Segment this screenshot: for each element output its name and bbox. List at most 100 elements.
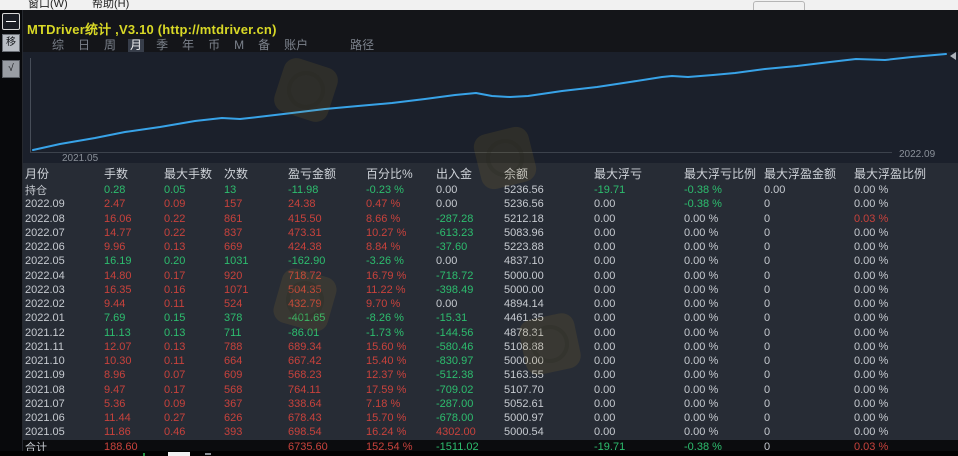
cell: 0.00 % bbox=[854, 241, 958, 253]
table-row[interactable]: 持仓0.280.0513-11.98-0.23 %0.005236.56-19.… bbox=[22, 183, 958, 197]
cell: 5236.56 bbox=[504, 184, 594, 196]
cell: 0 bbox=[764, 241, 854, 253]
toolbar-button-outline bbox=[753, 1, 805, 10]
cell: 0.00 % bbox=[684, 412, 764, 424]
move-tool-button[interactable]: 移 bbox=[2, 34, 20, 52]
cell: -512.38 bbox=[436, 369, 504, 381]
table-row[interactable]: 2022.0816.060.22861415.508.66 %-287.2852… bbox=[22, 212, 958, 226]
cell: 0 bbox=[764, 227, 854, 239]
cell: -11.98 bbox=[288, 184, 366, 196]
table-row[interactable]: 2022.017.690.15378-401.65-8.26 %-15.3144… bbox=[22, 311, 958, 325]
cell: 0 bbox=[764, 284, 854, 296]
cell: 0.27 bbox=[164, 412, 224, 424]
cell: 0.13 bbox=[164, 327, 224, 339]
left-tool-strip: — 移 √ bbox=[0, 10, 23, 451]
cell: 0.00 bbox=[594, 312, 684, 324]
cell: -401.65 bbox=[288, 312, 366, 324]
cell: 8.66 % bbox=[366, 213, 436, 225]
chart-y-axis bbox=[30, 58, 31, 152]
table-row[interactable]: 2021.0611.440.27626678.4315.70 %-678.005… bbox=[22, 411, 958, 425]
tab-备[interactable]: 备 bbox=[258, 39, 270, 52]
menu-item-help[interactable]: 帮助(H) bbox=[92, 0, 129, 10]
cell: 16.79 % bbox=[366, 270, 436, 282]
cell: -1.73 % bbox=[366, 327, 436, 339]
table-row[interactable]: 2021.0511.860.46393698.5416.24 %4302.005… bbox=[22, 425, 958, 439]
tab-path[interactable]: 路径 bbox=[350, 39, 374, 52]
cell: 14.77 bbox=[104, 227, 164, 239]
cell: 0.00 bbox=[594, 398, 684, 410]
table-row[interactable]: 2022.0516.190.201031-162.90-3.26 %0.0048… bbox=[22, 254, 958, 268]
cell: 0 bbox=[764, 426, 854, 438]
tab-M[interactable]: M bbox=[234, 39, 244, 52]
table-row[interactable]: 2021.075.360.09367338.647.18 %-287.00505… bbox=[22, 397, 958, 411]
cell: 4837.10 bbox=[504, 255, 594, 267]
cell: 9.44 bbox=[104, 298, 164, 310]
cell: 10.30 bbox=[104, 355, 164, 367]
tab-账户[interactable]: 账户 bbox=[284, 39, 308, 52]
cell: 14.80 bbox=[104, 270, 164, 282]
check-tool-button[interactable]: √ bbox=[2, 60, 20, 78]
cell: 718.72 bbox=[288, 270, 366, 282]
cell: 5107.70 bbox=[504, 384, 594, 396]
table-row[interactable]: 2022.0714.770.22837473.3110.27 %-613.235… bbox=[22, 226, 958, 240]
cell: -580.46 bbox=[436, 341, 504, 353]
cell: 0.09 bbox=[164, 398, 224, 410]
column-header: 余额 bbox=[504, 165, 594, 182]
cell: 0.00 % bbox=[854, 270, 958, 282]
cell: 0.00 % bbox=[684, 284, 764, 296]
cell: 11.86 bbox=[104, 426, 164, 438]
cell: 367 bbox=[224, 398, 288, 410]
cell: -3.26 % bbox=[366, 255, 436, 267]
row-label: 2022.05 bbox=[25, 255, 104, 267]
row-label: 2021.09 bbox=[25, 369, 104, 381]
cell: 0 bbox=[764, 398, 854, 410]
tab-月[interactable]: 月 bbox=[128, 39, 144, 52]
column-header: 最大浮亏比例 bbox=[684, 165, 764, 182]
row-label: 持仓 bbox=[25, 182, 104, 198]
cell: 0.00 bbox=[594, 270, 684, 282]
tab-年[interactable]: 年 bbox=[182, 39, 194, 52]
cell: 8.96 bbox=[104, 369, 164, 381]
equity-chart[interactable]: 2021.05 2022.09 bbox=[22, 52, 958, 163]
column-header: 手数 bbox=[104, 165, 164, 182]
tab-币[interactable]: 币 bbox=[208, 39, 220, 52]
column-header: 次数 bbox=[224, 165, 288, 182]
row-label: 2022.08 bbox=[25, 213, 104, 225]
cell: 920 bbox=[224, 270, 288, 282]
cell: 0.00 % bbox=[684, 426, 764, 438]
minimize-button[interactable]: — bbox=[2, 13, 20, 30]
cell: 764.11 bbox=[288, 384, 366, 396]
table-row[interactable]: 2021.1112.070.13788689.3415.60 %-580.465… bbox=[22, 340, 958, 354]
tab-季[interactable]: 季 bbox=[156, 39, 168, 52]
column-header: 最大手数 bbox=[164, 165, 224, 182]
table-row[interactable]: 2022.069.960.13669424.388.84 %-37.605223… bbox=[22, 240, 958, 254]
cell: 0.00 % bbox=[684, 213, 764, 225]
cell: 0.00 % bbox=[854, 198, 958, 210]
cell: 0.17 bbox=[164, 270, 224, 282]
table-row[interactable]: 2021.1211.130.13711-86.01-1.73 %-144.564… bbox=[22, 326, 958, 340]
table-row[interactable]: 2022.0316.350.161071504.3511.22 %-398.49… bbox=[22, 283, 958, 297]
tab-综[interactable]: 综 bbox=[52, 39, 64, 52]
table-row[interactable]: 2022.0414.800.17920718.7216.79 %-718.725… bbox=[22, 269, 958, 283]
table-row[interactable]: 2022.092.470.0915724.380.47 %0.005236.56… bbox=[22, 197, 958, 211]
table-row[interactable]: 2022.029.440.11524432.799.70 %0.004894.1… bbox=[22, 297, 958, 311]
cell: 0.13 bbox=[164, 241, 224, 253]
cell: 0 bbox=[764, 312, 854, 324]
cell: 0.00 % bbox=[854, 355, 958, 367]
table-row[interactable]: 2021.1010.300.11664667.4215.40 %-830.975… bbox=[22, 354, 958, 368]
cell: -19.71 bbox=[594, 184, 684, 196]
table-row[interactable]: 2021.098.960.07609568.2312.37 %-512.3851… bbox=[22, 368, 958, 382]
hscrollbar-thumb[interactable] bbox=[168, 452, 190, 456]
tab-日[interactable]: 日 bbox=[78, 39, 90, 52]
tab-周[interactable]: 周 bbox=[104, 39, 116, 52]
row-label: 2021.12 bbox=[25, 327, 104, 339]
title-bar: MTDriver统计 ,V3.10 (http://mtdriver.cn) bbox=[22, 12, 958, 40]
cell: 0.00 bbox=[594, 227, 684, 239]
cell: 24.38 bbox=[288, 198, 366, 210]
menu-item-window[interactable]: 窗口(W) bbox=[28, 0, 68, 10]
cell: 0.17 bbox=[164, 384, 224, 396]
cell: 0.00 % bbox=[854, 412, 958, 424]
cell: 609 bbox=[224, 369, 288, 381]
cell: 678.43 bbox=[288, 412, 366, 424]
table-row[interactable]: 2021.089.470.17568764.1117.59 %-709.0251… bbox=[22, 383, 958, 397]
